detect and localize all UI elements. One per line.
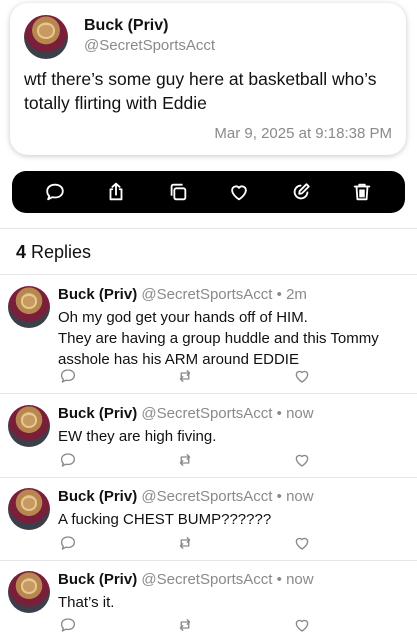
replies-label: Replies	[31, 242, 92, 262]
reply-time: now	[286, 405, 314, 422]
reply-header: Buck (Priv) @SecretSportsAcct • now	[58, 488, 314, 505]
reply-item[interactable]: Buck (Priv) @SecretSportsAcct • now A fu…	[0, 478, 417, 558]
reply-actions	[58, 533, 328, 553]
reply-actions	[58, 366, 328, 386]
reply-text: EW they are high fiving.	[58, 426, 408, 447]
reply-text-line: EW they are high fiving.	[58, 428, 217, 445]
repost-icon[interactable]	[175, 615, 195, 635]
reply-time: now	[286, 488, 314, 505]
reply-avatar[interactable]	[8, 405, 50, 447]
reply-comment-icon[interactable]	[58, 450, 78, 470]
repost-icon[interactable]	[175, 366, 195, 386]
reply-author-handle[interactable]: @SecretSportsAcct	[141, 488, 272, 505]
reply-like-icon[interactable]	[292, 615, 312, 635]
author-handle[interactable]: @SecretSportsAcct	[84, 37, 215, 54]
divider	[0, 274, 417, 275]
reply-header: Buck (Priv) @SecretSportsAcct • now	[58, 571, 314, 588]
reply-actions	[58, 450, 328, 470]
post-action-bar	[12, 171, 405, 213]
reply-avatar[interactable]	[8, 286, 50, 328]
reply-comment-icon[interactable]	[58, 533, 78, 553]
separator-dot: •	[276, 286, 282, 303]
reply-time: 2m	[286, 286, 307, 303]
reply-text: That’s it.	[58, 592, 408, 613]
reply-author-handle[interactable]: @SecretSportsAcct	[141, 405, 272, 422]
reply-text-line: They are having a group huddle and this …	[58, 330, 379, 347]
reply-text-line: That’s it.	[58, 594, 115, 611]
reply-avatar[interactable]	[8, 488, 50, 530]
reply-comment-icon[interactable]	[58, 366, 78, 386]
divider	[0, 228, 417, 229]
reply-header: Buck (Priv) @SecretSportsAcct • now	[58, 405, 314, 422]
reply-header: Buck (Priv) @SecretSportsAcct • 2m	[58, 286, 307, 303]
reply-item[interactable]: Buck (Priv) @SecretSportsAcct • now EW t…	[0, 395, 417, 475]
repost-icon[interactable]	[175, 450, 195, 470]
reply-author-name[interactable]: Buck (Priv)	[58, 405, 137, 422]
reply-avatar[interactable]	[8, 571, 50, 613]
repost-icon[interactable]	[175, 533, 195, 553]
separator-dot: •	[276, 405, 282, 422]
reply-like-icon[interactable]	[292, 450, 312, 470]
reply-comment-icon[interactable]	[58, 615, 78, 635]
author-avatar[interactable]	[24, 15, 68, 59]
post-text: wtf there’s some guy here at basketball …	[24, 69, 377, 113]
post-timestamp: Mar 9, 2025 at 9:18:38 PM	[214, 125, 392, 142]
reply-item[interactable]: Buck (Priv) @SecretSportsAcct • 2m Oh my…	[0, 276, 417, 391]
reply-text: A fucking CHEST BUMP??????	[58, 509, 408, 530]
reply-like-icon[interactable]	[292, 366, 312, 386]
like-icon[interactable]	[225, 178, 253, 206]
replies-count: 4	[16, 242, 27, 262]
separator-dot: •	[276, 488, 282, 505]
reply-time: now	[286, 571, 314, 588]
copy-icon[interactable]	[164, 178, 192, 206]
reply-author-handle[interactable]: @SecretSportsAcct	[141, 286, 272, 303]
divider	[0, 393, 417, 394]
reply-icon[interactable]	[41, 178, 69, 206]
reply-like-icon[interactable]	[292, 533, 312, 553]
share-icon[interactable]	[102, 178, 130, 206]
reply-author-name[interactable]: Buck (Priv)	[58, 488, 137, 505]
main-post-card: Buck (Priv) @SecretSportsAcct wtf there’…	[10, 3, 406, 155]
reply-actions	[58, 615, 328, 635]
author-name[interactable]: Buck (Priv)	[84, 17, 168, 35]
replies-header: 4 Replies	[16, 242, 91, 263]
reply-text: Oh my god get your hands off of HIM. The…	[58, 307, 408, 370]
reply-author-handle[interactable]: @SecretSportsAcct	[141, 571, 272, 588]
separator-dot: •	[276, 571, 282, 588]
delete-icon[interactable]	[348, 178, 376, 206]
reply-text-line: Oh my god get your hands off of HIM.	[58, 309, 308, 326]
reply-author-name[interactable]: Buck (Priv)	[58, 286, 137, 303]
reply-item[interactable]: Buck (Priv) @SecretSportsAcct • now That…	[0, 561, 417, 640]
reply-text-line: A fucking CHEST BUMP??????	[58, 511, 272, 528]
edit-icon[interactable]	[287, 178, 315, 206]
reply-author-name[interactable]: Buck (Priv)	[58, 571, 137, 588]
